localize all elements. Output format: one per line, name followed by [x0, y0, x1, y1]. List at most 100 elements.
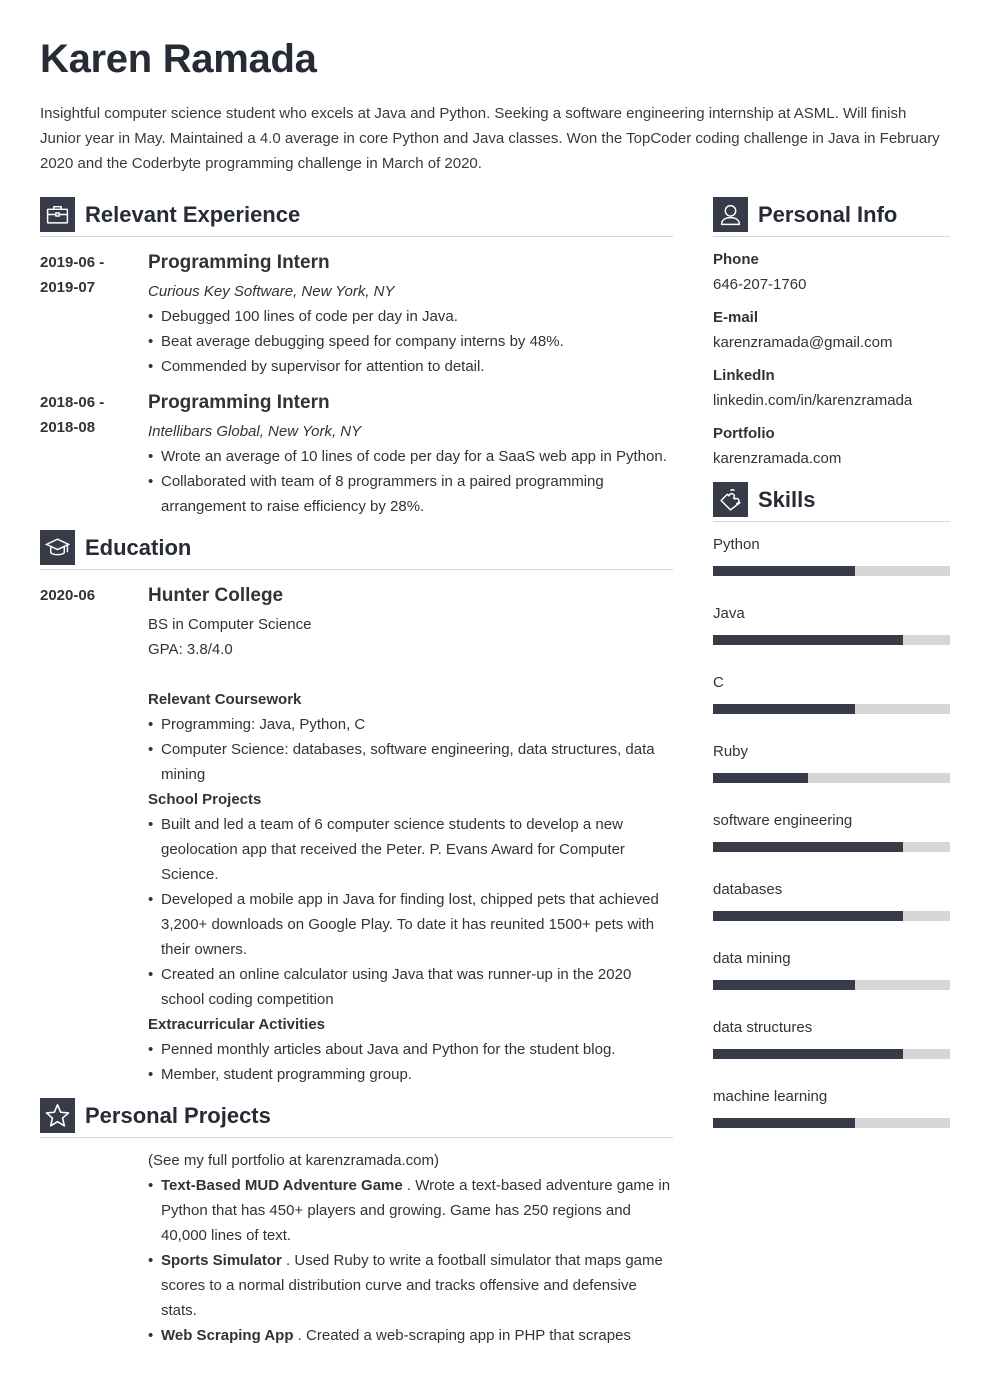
email-value[interactable]: karenzramada@gmail.com [713, 330, 950, 355]
entry-date: 2019-06 - 2019-07 [40, 250, 148, 379]
puzzle-icon [713, 482, 748, 517]
graduation-cap-icon [40, 530, 75, 565]
skill-bar [713, 980, 950, 990]
bullet: Commended by supervisor for attention to… [148, 354, 673, 379]
job-title: Programming Intern [148, 252, 330, 273]
skill-name: data structures [713, 1019, 813, 1036]
education-entry: 2020-06 Hunter College BS in Computer Sc… [40, 583, 673, 1087]
skill-name: Java [713, 605, 745, 622]
date-start: 2018-06 - [40, 394, 105, 411]
skill-bar-fill [713, 1118, 856, 1128]
skill-bar-fill [713, 704, 856, 714]
personal-info-header: Personal Info [713, 197, 950, 237]
skill-name: Python [713, 536, 760, 553]
project-item: Text-Based MUD Adventure Game . Wrote a … [148, 1173, 673, 1248]
project-name: Sports Simulator [161, 1252, 282, 1269]
bullet: Built and led a team of 6 computer scien… [148, 812, 673, 887]
projects-entry: (See my full portfolio at karenzramada.c… [40, 1148, 673, 1348]
skills-header: Skills [713, 482, 950, 522]
skills-section: Skills Python Java C Ruby software engin… [713, 482, 950, 1156]
education-header: Education [40, 530, 673, 570]
project-name: Web Scraping App [161, 1327, 294, 1344]
school-projects-title: School Projects [148, 791, 262, 808]
bullet: Penned monthly articles about Java and P… [148, 1037, 673, 1062]
skill-item: Java [713, 604, 950, 645]
bullet: Created an online calculator using Java … [148, 962, 673, 1012]
bullet: Beat average debugging speed for company… [148, 329, 673, 354]
projects-header: Personal Projects [40, 1098, 673, 1138]
skill-item: data structures [713, 1018, 950, 1059]
skill-bar-fill [713, 566, 856, 576]
experience-header: Relevant Experience [40, 197, 673, 237]
skill-item: databases [713, 880, 950, 921]
portfolio-value[interactable]: karenzramada.com [713, 446, 950, 471]
skill-name: Ruby [713, 743, 749, 760]
experience-entry: 2018-06 - 2018-08 Programming Intern Int… [40, 390, 673, 519]
coursework-title: Relevant Coursework [148, 691, 302, 708]
skill-bar [713, 635, 950, 645]
star-icon [40, 1098, 75, 1133]
skill-name: data mining [713, 950, 791, 967]
person-icon [713, 197, 748, 232]
personal-info-section: Personal Info Phone 646-207-1760 E-mail … [713, 197, 950, 479]
job-title: Programming Intern [148, 392, 330, 413]
date-start: 2019-06 - [40, 254, 105, 271]
skill-bar [713, 704, 950, 714]
candidate-name: Karen Ramada [40, 37, 317, 81]
degree: BS in Computer Science [148, 616, 312, 633]
experience-entry: 2019-06 - 2019-07 Programming Intern Cur… [40, 250, 673, 379]
bullet: Developed a mobile app in Java for findi… [148, 887, 673, 962]
skill-bar-fill [713, 635, 903, 645]
company: Curious Key Software, New York, NY [148, 283, 395, 300]
portfolio-note: (See my full portfolio at karenzramada.c… [148, 1152, 439, 1169]
skill-bar [713, 842, 950, 852]
skill-item: software engineering [713, 811, 950, 852]
bullet: Wrote an average of 10 lines of code per… [148, 444, 673, 469]
education-section: Education 2020-06 Hunter College BS in C… [40, 530, 673, 1087]
entry-date: 2020-06 [40, 587, 96, 604]
phone-value: 646-207-1760 [713, 276, 807, 293]
skills-title: Skills [758, 486, 816, 512]
linkedin-value[interactable]: linkedin.com/in/karenzramada [713, 388, 950, 413]
email-label: E-mail [713, 309, 759, 326]
portfolio-label: Portfolio [713, 425, 775, 442]
experience-section: Relevant Experience 2019-06 - 2019-07 Pr… [40, 197, 673, 519]
skill-bar [713, 566, 950, 576]
skill-name: software engineering [713, 812, 853, 829]
skill-bar-fill [713, 980, 856, 990]
experience-title: Relevant Experience [85, 201, 301, 227]
skill-item: data mining [713, 949, 950, 990]
skill-bar [713, 1049, 950, 1059]
skill-name: C [713, 674, 724, 691]
skill-name: machine learning [713, 1088, 828, 1105]
bullet: Debugged 100 lines of code per day in Ja… [148, 304, 673, 329]
skill-item: Ruby [713, 742, 950, 783]
skills-list: Python Java C Ruby software engineering … [713, 535, 950, 1128]
summary: Insightful computer science student who … [40, 105, 940, 172]
date-end: 2019-07 [40, 279, 96, 296]
bullet: Programming: Java, Python, C [148, 712, 673, 737]
personal-info-title: Personal Info [758, 201, 898, 227]
project-desc: . Created a web-scraping app in PHP that… [293, 1327, 631, 1344]
skill-bar-fill [713, 1049, 903, 1059]
skill-bar [713, 773, 950, 783]
skill-item: C [713, 673, 950, 714]
project-name: Text-Based MUD Adventure Game [161, 1177, 403, 1194]
linkedin-label: LinkedIn [713, 367, 775, 384]
project-item: Sports Simulator . Used Ruby to write a … [148, 1248, 673, 1323]
projects-title: Personal Projects [85, 1102, 271, 1128]
skill-bar-fill [713, 842, 903, 852]
date-end: 2018-08 [40, 419, 96, 436]
gpa: GPA: 3.8/4.0 [148, 641, 233, 658]
briefcase-icon [40, 197, 75, 232]
project-item: Web Scraping App . Created a web-scrapin… [148, 1323, 673, 1348]
phone-label: Phone [713, 251, 759, 268]
skill-bar-fill [713, 911, 903, 921]
activities-title: Extracurricular Activities [148, 1016, 326, 1033]
skill-bar-fill [713, 773, 808, 783]
bullet: Collaborated with team of 8 programmers … [148, 469, 673, 519]
education-title: Education [85, 534, 192, 560]
bullet: Computer Science: databases, software en… [148, 737, 673, 787]
projects-section: Personal Projects (See my full portfolio… [40, 1098, 673, 1348]
company: Intellibars Global, New York, NY [148, 423, 362, 440]
